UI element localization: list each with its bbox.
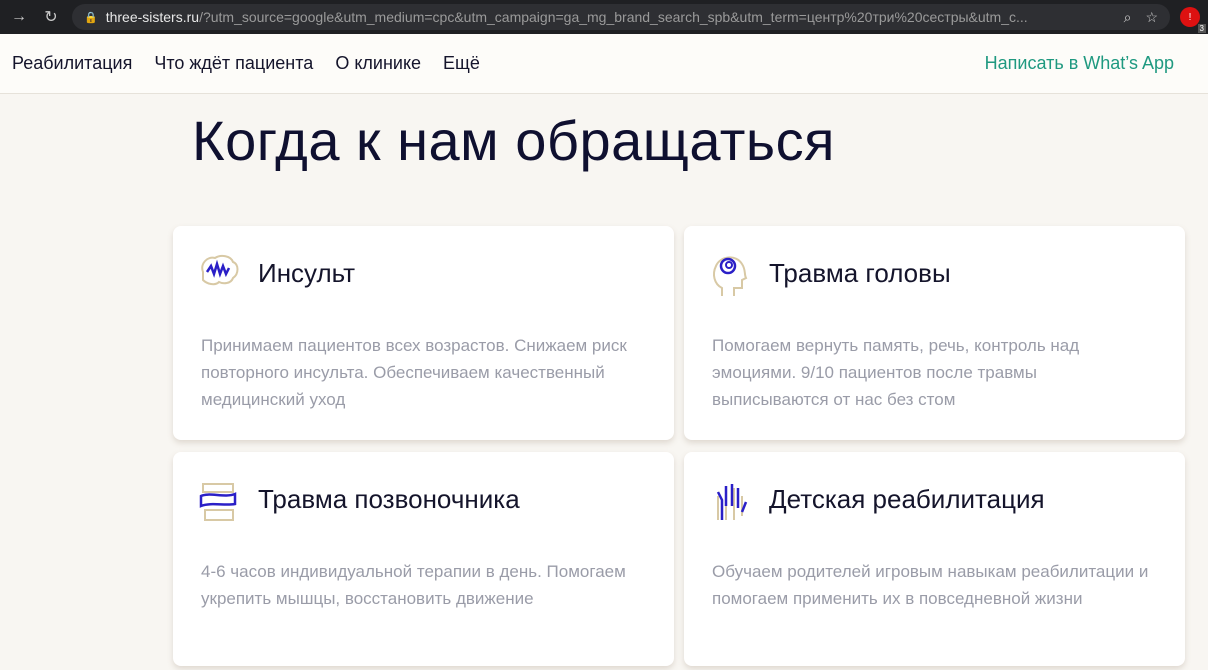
head-icon [713, 256, 748, 296]
card-title: Инсульт [258, 258, 356, 288]
nav-about[interactable]: О клинике [335, 53, 421, 74]
address-bar[interactable]: 🔒 three-sisters.ru /?utm_source=google&u… [72, 4, 1170, 30]
spine-icon [199, 483, 237, 521]
card-stroke[interactable]: Инсульт Принимаем пациентов всех возраст… [173, 226, 674, 440]
nav-rehab[interactable]: Реабилитация [12, 53, 132, 74]
nav-patient[interactable]: Что ждёт пациента [154, 53, 313, 74]
card-head-injury[interactable]: Травма головы Помогаем вернуть память, р… [684, 226, 1185, 440]
whatsapp-link[interactable]: Написать в What’s App [985, 53, 1174, 74]
star-icon[interactable]: ☆ [1145, 9, 1158, 26]
card-spine-injury[interactable]: Травма позвоночника 4-6 часов индивидуал… [173, 452, 674, 666]
page-title: Когда к нам обращаться [192, 109, 835, 172]
zoom-icon[interactable]: ⌕ [1124, 9, 1132, 26]
lock-icon: 🔒 [84, 11, 98, 24]
url-rest: /?utm_source=google&utm_medium=cpc&utm_c… [199, 9, 1028, 25]
brain-icon [201, 254, 239, 286]
reload-icon[interactable]: ↻ [40, 7, 62, 27]
site-nav: Реабилитация Что ждёт пациента О клинике… [0, 34, 1208, 94]
card-child-rehab[interactable]: Детская реабилитация Обучаем родителей и… [684, 452, 1185, 666]
card-text: Принимаем пациентов всех возрастов. Сниж… [201, 336, 627, 409]
card-text: Помогаем вернуть память, речь, контроль … [712, 336, 1080, 409]
card-title: Травма головы [769, 258, 951, 288]
url-host: three-sisters.ru [105, 9, 200, 25]
card-title: Детская реабилитация [769, 484, 1045, 514]
card-title: Травма позвоночника [258, 484, 520, 514]
nav-more[interactable]: Ещё [443, 53, 480, 74]
hand-icon [716, 484, 748, 520]
card-text: Обучаем родителей игровым навыкам реабил… [712, 562, 1149, 608]
card-text: 4-6 часов индивидуальной терапии в день.… [201, 562, 626, 608]
extension-icon[interactable]: ! 3 [1180, 7, 1206, 33]
forward-icon[interactable]: → [8, 8, 30, 26]
extension-badge: 3 [1197, 24, 1206, 33]
browser-toolbar: → ↻ 🔒 three-sisters.ru /?utm_source=goog… [0, 0, 1208, 34]
